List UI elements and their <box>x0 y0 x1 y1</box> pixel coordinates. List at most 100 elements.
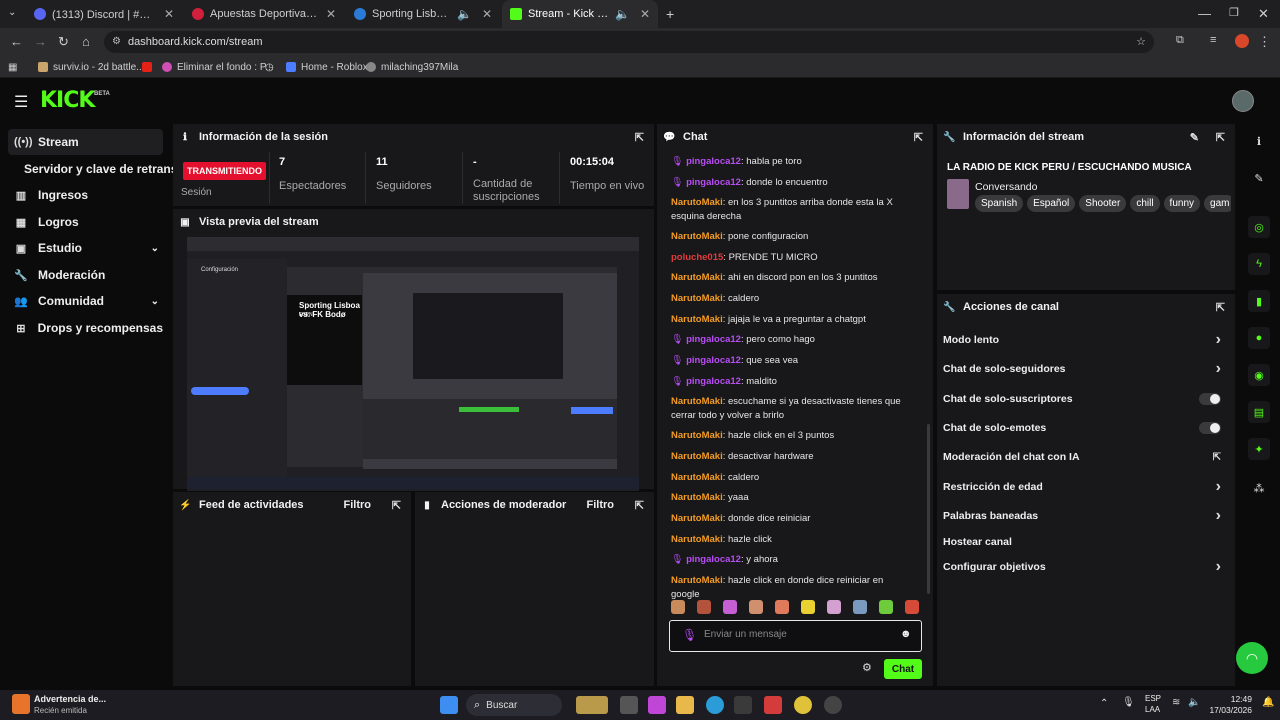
expand-icon[interactable]: ⇱ <box>635 499 644 512</box>
browser-tab-apuestas[interactable]: Apuestas Deportivas Online | Ap ✕ <box>184 0 344 28</box>
sidebar-item-estudio[interactable]: ▣ Estudio ⌄ <box>8 235 163 261</box>
user-avatar[interactable] <box>1232 90 1254 112</box>
shield-icon[interactable]: ▮ <box>1248 290 1270 312</box>
chrome-icon[interactable] <box>794 696 812 714</box>
camera-icon[interactable]: ◎ <box>1248 216 1270 238</box>
expand-icon[interactable]: ⇱ <box>635 131 644 144</box>
maximize-icon[interactable]: ❐ <box>1229 6 1239 19</box>
sidebar-item-comunidad[interactable]: 👥 Comunidad ⌄ <box>8 288 163 314</box>
chat-username[interactable]: NarutoMaki <box>671 472 723 483</box>
channel-action-item[interactable]: Restricción de edad › <box>943 478 1227 496</box>
emoji-icon[interactable]: ☻ <box>900 628 912 640</box>
emote-icon[interactable] <box>827 600 841 614</box>
chat-username[interactable]: pingaloca12 <box>686 355 741 366</box>
sidebar-item-drops[interactable]: ⊞ Drops y recompensas <box>8 315 163 341</box>
obs-icon[interactable] <box>824 696 842 714</box>
browser-tab-sporting[interactable]: Sporting Lisboa vs. FK Bod 🔈 ✕ <box>346 0 500 28</box>
apps-icon[interactable]: ▦ <box>8 59 17 75</box>
profile-avatar[interactable] <box>1235 34 1249 48</box>
youtube-icon[interactable] <box>142 59 152 75</box>
task-view-icon[interactable] <box>620 696 638 714</box>
chat-scrollbar[interactable] <box>927 424 930 594</box>
chat-username[interactable]: NarutoMaki <box>671 513 723 524</box>
close-icon[interactable]: ✕ <box>640 7 650 21</box>
site-info-icon[interactable]: ⚙ <box>112 31 121 53</box>
close-icon[interactable]: ✕ <box>326 7 336 21</box>
edit-icon[interactable]: ✎ <box>1248 167 1270 189</box>
close-icon[interactable]: ✕ <box>482 7 492 21</box>
bookmark-item[interactable]: Home - Roblox <box>286 59 368 75</box>
emote-icon[interactable] <box>801 600 815 614</box>
chat-username[interactable]: pingaloca12 <box>686 177 741 188</box>
chat-settings-icon[interactable]: ⚙ <box>862 661 872 674</box>
chat-username[interactable]: poluche015 <box>671 252 723 263</box>
hamburger-menu-icon[interactable]: ☰ <box>14 92 28 112</box>
chat-username[interactable]: pingaloca12 <box>686 156 741 167</box>
window-close-icon[interactable]: ✕ <box>1258 6 1269 22</box>
expand-icon[interactable]: ⇱ <box>914 131 923 144</box>
extensions-icon[interactable]: ⧉ <box>1176 34 1184 47</box>
toggle-switch[interactable] <box>1199 393 1221 405</box>
bookmark-item[interactable]: milaching397Mila <box>366 59 458 75</box>
channel-action-item[interactable]: Configurar objetivos › <box>943 558 1227 576</box>
copilot-icon[interactable] <box>648 696 666 714</box>
tray-chevron-icon[interactable]: ⌃ <box>1100 698 1108 709</box>
edge-icon[interactable] <box>706 696 724 714</box>
audio-icon[interactable]: 🔈 <box>615 7 630 21</box>
channel-action-item[interactable]: Chat de solo-suscriptores <box>943 390 1227 408</box>
emote-icon[interactable] <box>671 600 685 614</box>
chat-username[interactable]: NarutoMaki <box>671 575 723 586</box>
channel-action-item[interactable]: Chat de solo-seguidores › <box>943 360 1227 378</box>
filter-button[interactable]: Filtro <box>587 499 615 511</box>
kick-logo[interactable]: KICK <box>40 88 95 113</box>
emote-icon[interactable] <box>879 600 893 614</box>
emote-icon[interactable] <box>853 600 867 614</box>
expand-icon[interactable]: ⇱ <box>1216 131 1225 144</box>
sidebar-item-ingresos[interactable]: ▥ Ingresos <box>8 182 163 208</box>
store-icon[interactable] <box>734 696 752 714</box>
wrench-icon[interactable]: ✦ <box>1248 438 1270 460</box>
expand-icon[interactable]: ⇱ <box>392 499 401 512</box>
minimize-icon[interactable]: — <box>1198 6 1211 21</box>
chat-username[interactable]: NarutoMaki <box>671 293 723 304</box>
warning-app-icon[interactable] <box>12 694 30 714</box>
broadcast-icon[interactable]: ◉ <box>1248 364 1270 386</box>
chat-username[interactable]: NarutoMaki <box>671 396 723 407</box>
bookmark-star-icon[interactable]: ☆ <box>1136 31 1146 53</box>
expand-icon[interactable]: ⇱ <box>1216 301 1225 314</box>
lightning-icon[interactable]: ϟ <box>1248 253 1270 275</box>
wifi-icon[interactable]: ≋ <box>1172 697 1180 708</box>
browser-tab-discord[interactable]: (1313) Discord | #💬|Chat-Ge ✕ <box>26 0 182 28</box>
emote-icon[interactable] <box>723 600 737 614</box>
back-icon[interactable]: ← <box>10 34 23 49</box>
sidebar-item-logros[interactable]: ▦ Logros <box>8 209 163 235</box>
support-headset-icon[interactable]: ◠ <box>1236 642 1268 674</box>
emote-icon[interactable] <box>749 600 763 614</box>
emote-icon[interactable] <box>905 600 919 614</box>
chat-username[interactable]: NarutoMaki <box>671 430 723 441</box>
chat-username[interactable]: NarutoMaki <box>671 197 723 208</box>
sidebar-item-stream[interactable]: ((•)) Stream <box>8 129 163 155</box>
chat-input[interactable]: 🎙 Enviar un mensaje ☻ <box>669 620 922 652</box>
chat-username[interactable]: NarutoMaki <box>671 534 723 545</box>
forward-icon[interactable]: → <box>34 34 47 49</box>
send-chat-button[interactable]: Chat <box>884 659 922 679</box>
bookmark-item[interactable]: surviv.io - 2d battle... <box>38 59 145 75</box>
chat-username[interactable]: NarutoMaki <box>671 492 723 503</box>
volume-icon[interactable]: 🔈 <box>1188 697 1200 708</box>
news-widget-icon[interactable] <box>576 696 608 714</box>
channel-action-item[interactable]: Chat de solo-emotes <box>943 419 1227 437</box>
sidebar-item-server-key[interactable]: Servidor y clave de retransmisión <box>18 156 173 182</box>
channel-action-item[interactable]: Moderación del chat con IA ⇱ <box>943 448 1227 466</box>
audio-icon[interactable]: 🔈 <box>457 7 472 21</box>
edit-icon[interactable]: ✎ <box>1190 131 1199 144</box>
chat-username[interactable]: NarutoMaki <box>671 451 723 462</box>
history-icon[interactable]: ◷ <box>265 59 274 75</box>
chat-bubble-icon[interactable]: ● <box>1248 327 1270 349</box>
chat-username[interactable]: pingaloca12 <box>686 554 741 565</box>
stream-preview-video[interactable]: Configuración Sporting Lisboa vs. FK Bod… <box>187 237 639 491</box>
close-icon[interactable]: ✕ <box>164 7 174 21</box>
browser-tab-kick[interactable]: Stream - Kick Dashboard 🔈 ✕ <box>502 0 658 28</box>
home-icon[interactable]: ⌂ <box>82 34 90 49</box>
chat-username[interactable]: pingaloca12 <box>686 376 741 387</box>
